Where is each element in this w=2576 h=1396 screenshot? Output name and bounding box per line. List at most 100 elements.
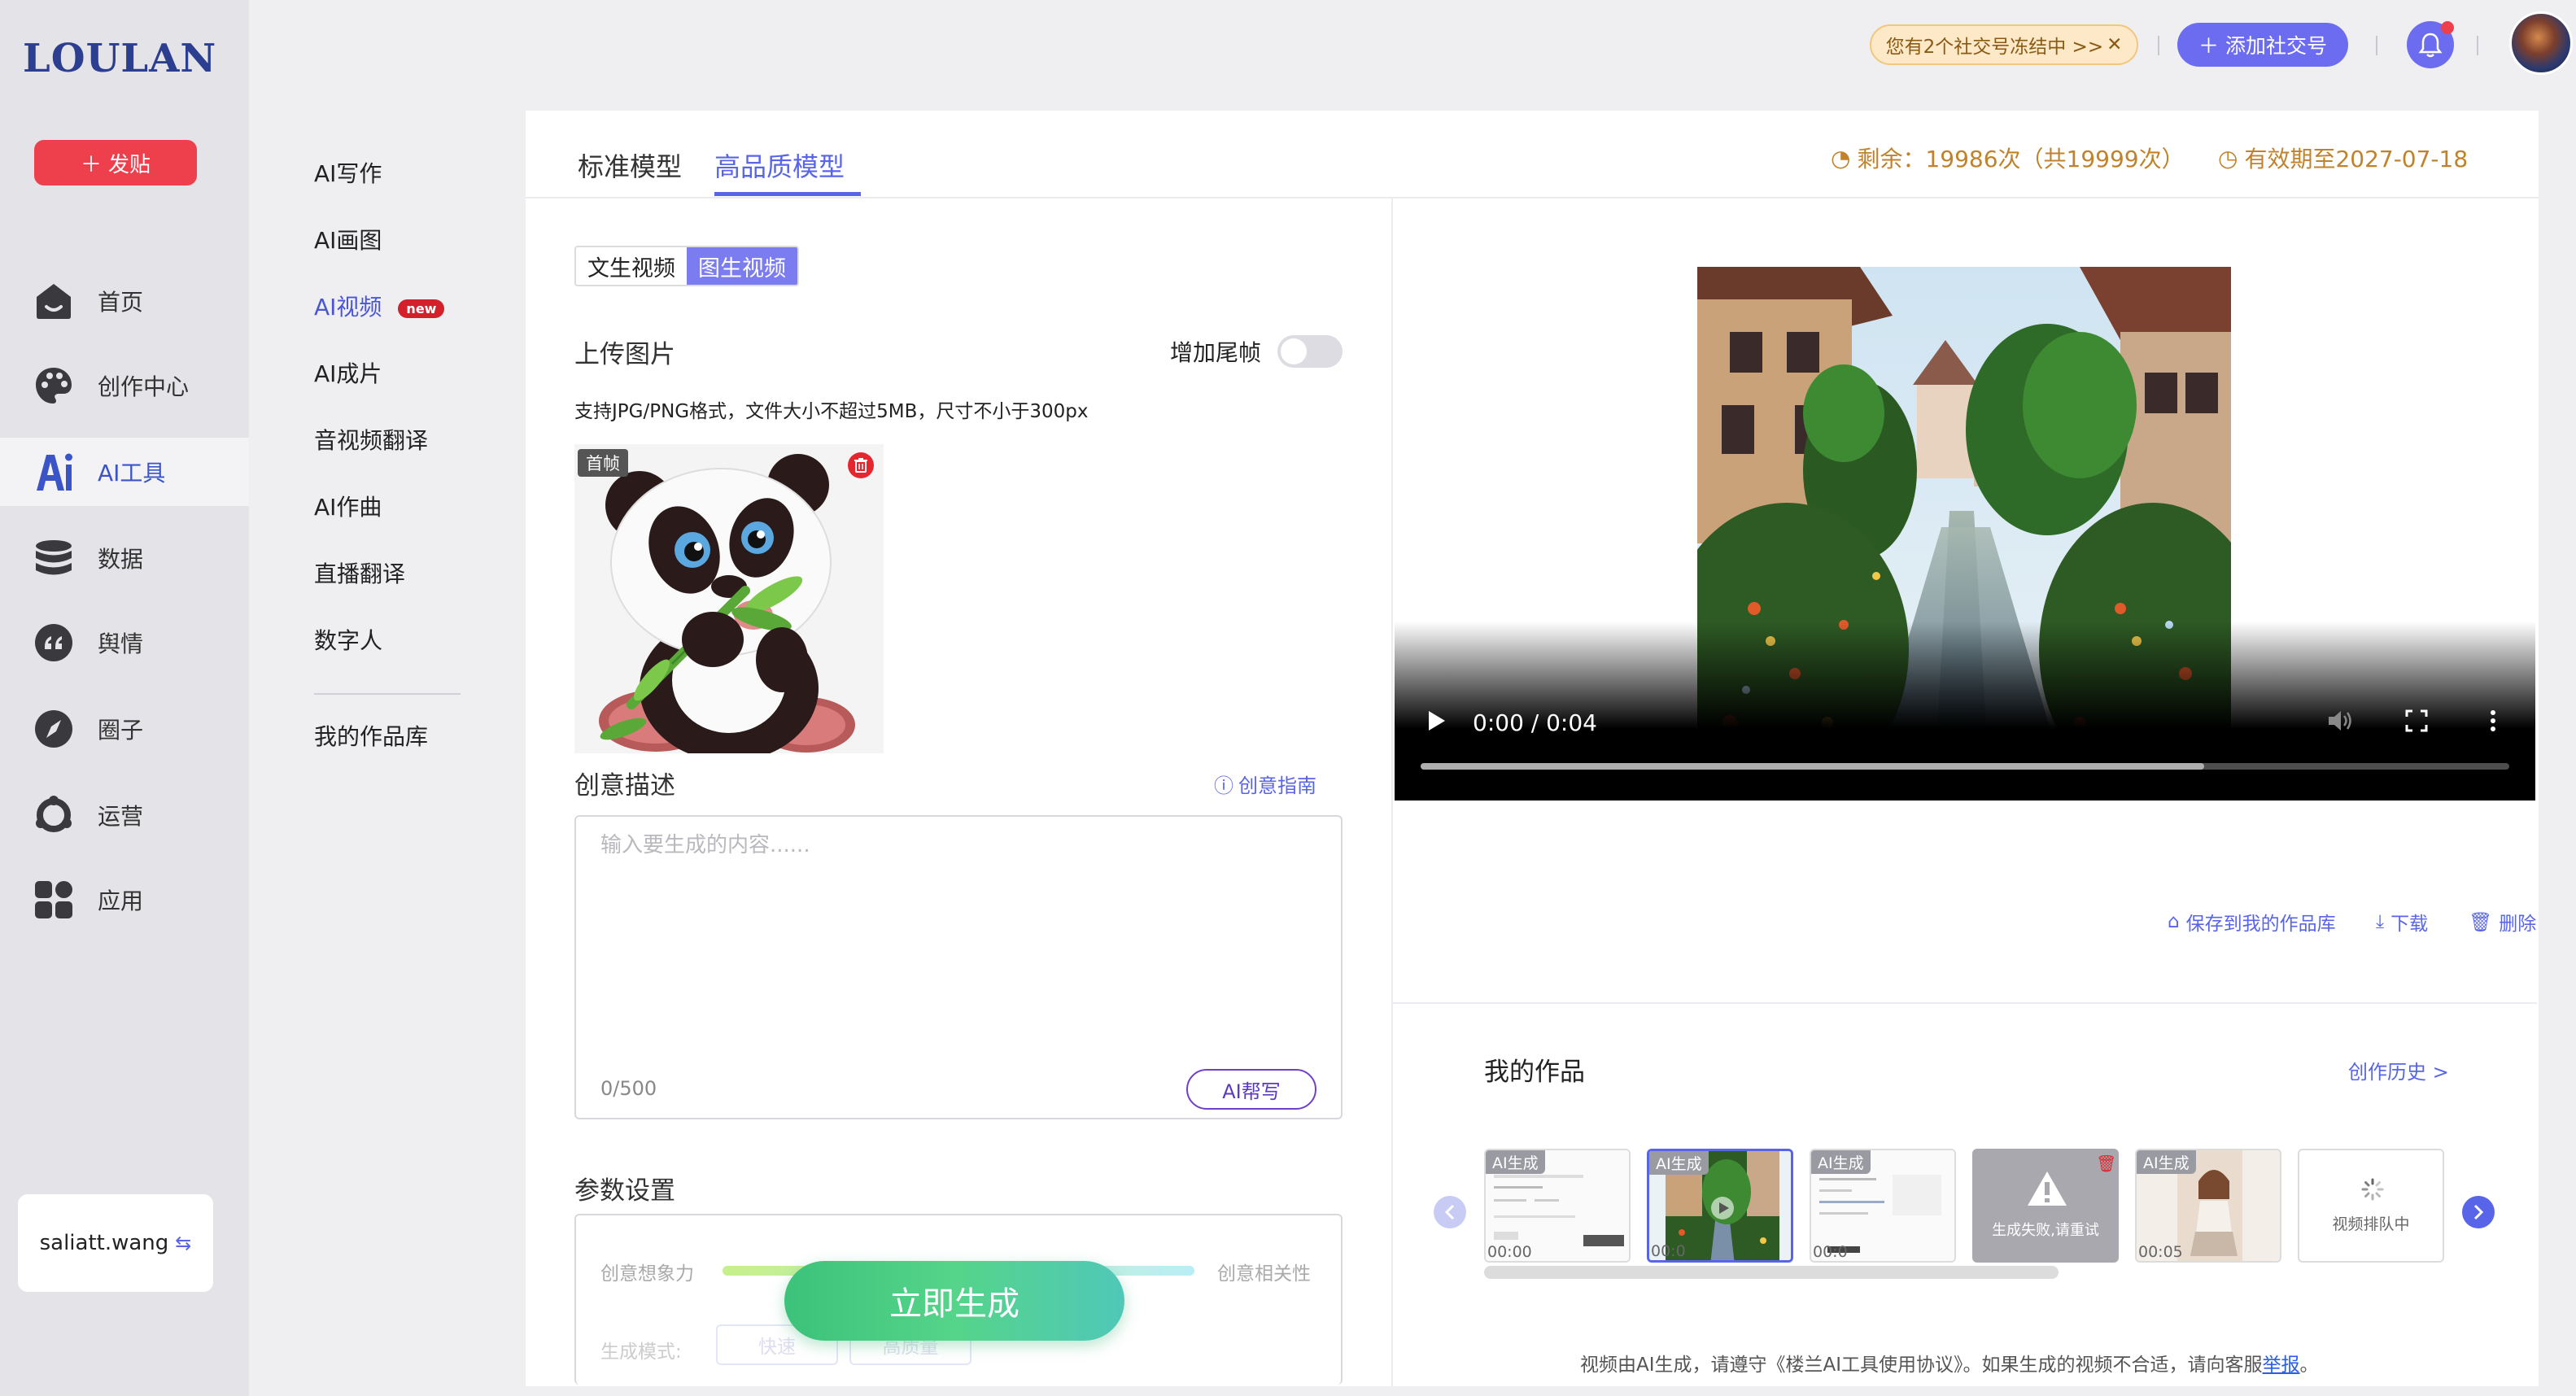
warning-icon: [2026, 1170, 2068, 1211]
subnav-digital-human[interactable]: 数字人: [314, 623, 382, 656]
save-icon: ⌂: [2168, 911, 2180, 932]
user-switcher[interactable]: saliatt.wang ⇆: [18, 1194, 213, 1292]
work-thumbnail[interactable]: AI生成 00:05: [2135, 1149, 2281, 1263]
upload-title: 上传图片: [574, 340, 675, 369]
thumb-time: 00:0: [1651, 1242, 1686, 1260]
avatar[interactable]: [2509, 11, 2573, 75]
work-thumbnail-queued[interactable]: 视频排队中: [2298, 1149, 2444, 1263]
thumb-time: 00:00: [1487, 1243, 1532, 1261]
subnav-ai-video[interactable]: AI视频 new: [314, 290, 445, 322]
logo[interactable]: LOULAN: [23, 36, 216, 81]
work-thumbnail[interactable]: AI生成 00:0: [1810, 1149, 1956, 1263]
description-title: 创意描述: [574, 771, 675, 801]
creative-guide-link[interactable]: ⓘ 创意指南: [1214, 770, 1316, 798]
works-scrollbar[interactable]: [1484, 1266, 2059, 1279]
chevron-left-icon[interactable]: [1434, 1196, 1466, 1228]
thumb-time: 00:0: [1813, 1243, 1848, 1261]
expiry-text: 有效期至2027-07-18: [2244, 146, 2469, 172]
download-icon: ⤓: [2376, 911, 2385, 932]
nav-item-apps[interactable]: 应用: [0, 866, 249, 934]
freeze-notice-text: 您有2个社交号冻结中 >>: [1885, 37, 2104, 58]
subnav-ai-film[interactable]: AI成片: [314, 356, 382, 389]
upload-hint: 支持JPG/PNG格式，文件大小不超过5MB，尺寸不小于300px: [574, 401, 1089, 422]
ai-write-button[interactable]: AI帮写: [1186, 1069, 1316, 1110]
works-divider: [1393, 1002, 2537, 1004]
work-thumbnail-selected[interactable]: AI生成 00:0: [1647, 1149, 1793, 1263]
uploaded-panda-image[interactable]: [574, 444, 884, 753]
relevance-label: 创意相关性: [1217, 1263, 1311, 1285]
info-icon: ⓘ: [1214, 774, 1233, 797]
subnav-av-translate[interactable]: 音视频翻译: [314, 423, 428, 456]
fullscreen-icon[interactable]: [2405, 709, 2428, 735]
subnav-divider: [314, 693, 461, 695]
subnav-ai-drawing[interactable]: AI画图: [314, 223, 382, 255]
work-thumbnail-failed[interactable]: 生成失败,请重试 🗑: [1972, 1149, 2119, 1263]
volume-icon[interactable]: [2327, 709, 2353, 735]
save-label: 保存到我的作品库: [2185, 914, 2336, 935]
nav-item-opinion[interactable]: 舆情: [0, 609, 249, 677]
gen-mode-label: 生成模式:: [600, 1341, 682, 1363]
apps-icon: [33, 879, 75, 921]
tab-standard-model[interactable]: 标准模型: [578, 146, 682, 184]
save-to-library-link[interactable]: ⌂ 保存到我的作品库: [2168, 908, 2336, 936]
delete-image-icon[interactable]: [848, 452, 874, 478]
nav-item-data[interactable]: 数据: [0, 524, 249, 592]
work-thumbnail[interactable]: AI生成 00:00: [1484, 1149, 1631, 1263]
nav-item-creation[interactable]: 创作中心: [0, 351, 249, 420]
tab-underline: [714, 192, 861, 196]
subnav-my-library[interactable]: 我的作品库: [314, 719, 428, 752]
close-icon[interactable]: ✕: [2107, 34, 2122, 55]
chevron-right-icon[interactable]: [2462, 1196, 2495, 1228]
subnav-live-translate[interactable]: 直播翻译: [314, 556, 405, 589]
download-link[interactable]: ⤓ 下载: [2376, 908, 2428, 936]
post-button[interactable]: ＋ 发贴: [34, 140, 197, 185]
palette-icon: [33, 364, 75, 407]
header-separator: [2158, 36, 2159, 55]
remaining-quota: ◔ 剩余：19986次（共19999次）: [1831, 142, 2185, 174]
plus-icon: ＋: [80, 152, 102, 177]
trash-icon: 🗑: [2469, 911, 2493, 933]
trash-icon[interactable]: 🗑: [2096, 1154, 2116, 1173]
delete-label: 删除: [2499, 914, 2537, 935]
queued-text: 视频排队中: [2332, 1215, 2410, 1233]
generate-button[interactable]: 立即生成: [784, 1261, 1124, 1341]
nav-label: 创作中心: [98, 373, 190, 400]
add-social-button[interactable]: ＋ 添加社交号: [2177, 23, 2348, 67]
nav-item-circle[interactable]: 圈子: [0, 695, 249, 763]
tab-high-quality-model[interactable]: 高品质模型: [714, 146, 845, 184]
more-options-icon[interactable]: [2488, 709, 2498, 735]
nav-label: 舆情: [98, 630, 144, 657]
ai-icon: [33, 451, 75, 493]
failed-text: 生成失败,请重试: [1992, 1222, 2099, 1239]
nav-item-operation[interactable]: 运营: [0, 781, 249, 849]
new-badge: new: [398, 299, 445, 318]
nav-item-home[interactable]: 首页: [0, 267, 249, 335]
nav-item-ai-tools[interactable]: AI工具: [0, 438, 249, 506]
panel-divider: [1391, 198, 1393, 1386]
footer-note: 视频由AI生成，请遵守《楼兰AI工具使用协议》。如果生成的视频不合适，请向客服举…: [1580, 1349, 2319, 1376]
freeze-notice[interactable]: 您有2个社交号冻结中 >> ✕: [1870, 24, 2138, 65]
plus-icon: ＋: [2198, 34, 2219, 58]
mode-image-to-video[interactable]: 图生视频: [687, 247, 797, 285]
home-icon: [33, 280, 75, 322]
post-button-label: 发贴: [108, 152, 151, 177]
ai-generated-tag: AI生成: [1811, 1150, 1871, 1174]
ai-generated-tag: AI生成: [1486, 1150, 1545, 1174]
quote-icon: [33, 622, 75, 664]
ai-generated-tag: AI生成: [1649, 1151, 1709, 1175]
mode-text-to-video[interactable]: 文生视频: [576, 247, 687, 285]
loading-spinner-icon: [2361, 1178, 2384, 1204]
guide-label: 创意指南: [1238, 774, 1316, 797]
report-link[interactable]: 举报: [2263, 1355, 2300, 1376]
add-social-label: 添加社交号: [2225, 34, 2328, 58]
play-icon[interactable]: [1427, 709, 1447, 735]
creation-history-link[interactable]: 创作历史 >: [2348, 1056, 2449, 1084]
username: saliatt.wang: [39, 1231, 169, 1255]
subnav-ai-compose[interactable]: AI作曲: [314, 490, 382, 522]
end-frame-toggle[interactable]: [1277, 335, 1343, 368]
operation-icon: [33, 794, 75, 836]
subnav-ai-writing[interactable]: AI写作: [314, 156, 382, 189]
ai-generated-tag: AI生成: [2137, 1150, 2196, 1174]
delete-link[interactable]: 🗑 删除: [2469, 908, 2536, 936]
video-buffered-bar: [1421, 763, 2205, 770]
